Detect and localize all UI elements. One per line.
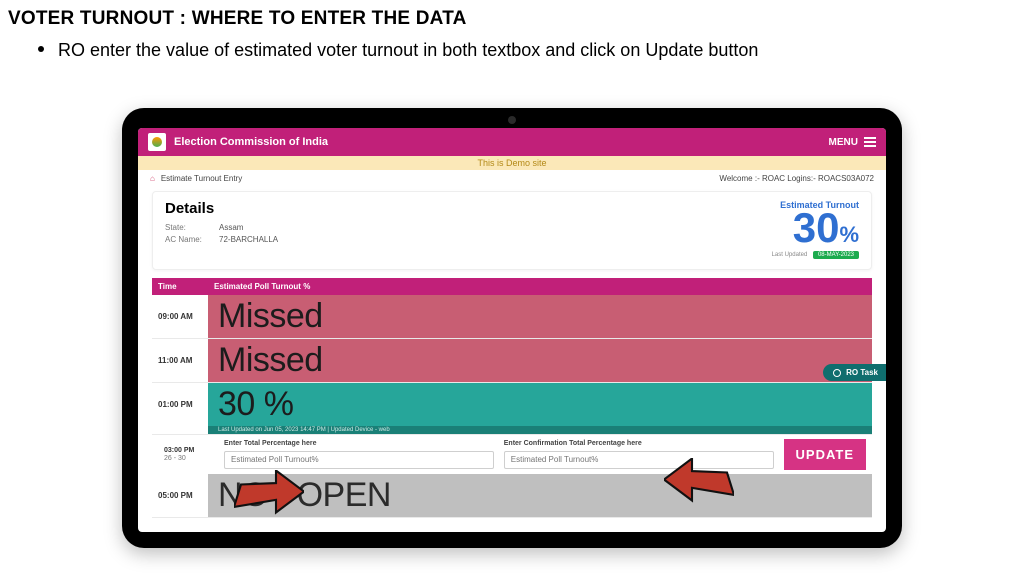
menu-button[interactable]: MENU	[829, 137, 876, 148]
doc-title: VOTER TURNOUT : WHERE TO ENTER THE DATA	[0, 0, 1024, 30]
app-topbar: Election Commission of India MENU	[138, 128, 886, 156]
row-time: 09:00 AM	[152, 295, 208, 338]
hamburger-icon	[864, 137, 876, 147]
bullet-dot-icon	[38, 46, 44, 52]
row-footnote: Last Updated on Jun 05, 2023 14:47 PM | …	[208, 426, 872, 434]
status-missed: Missed	[208, 339, 872, 382]
details-card: Details State: Assam AC Name: 72-BARCHALLA…	[152, 191, 872, 270]
home-icon[interactable]: ⌂	[150, 174, 155, 183]
table-row: 11:00 AM Missed	[152, 339, 872, 383]
pointer-arrow-icon	[234, 470, 304, 520]
col-time-header: Time	[152, 278, 208, 295]
row-time: 03:00 PM 26 - 30	[158, 443, 214, 466]
demo-banner: This is Demo site	[138, 156, 886, 170]
doc-bullet: RO enter the value of estimated voter tu…	[0, 30, 1024, 62]
row-time: 11:00 AM	[152, 339, 208, 382]
percent-icon: %	[839, 222, 859, 247]
estimated-turnout-value: 30	[793, 204, 840, 251]
last-updated-label: Last Updated	[772, 252, 808, 258]
ro-task-pill[interactable]: RO Task	[823, 364, 886, 381]
table-row: 09:00 AM Missed	[152, 295, 872, 339]
state-key: State:	[165, 223, 211, 232]
doc-bullet-text: RO enter the value of estimated voter tu…	[58, 38, 758, 62]
eci-logo-icon	[148, 133, 166, 151]
breadcrumb: ⌂ Estimate Turnout Entry Welcome :- ROAC…	[138, 170, 886, 187]
update-button[interactable]: UPDATE	[784, 439, 866, 470]
ac-key: AC Name:	[165, 235, 211, 244]
table-header: Time Estimated Poll Turnout %	[152, 278, 872, 295]
pointer-arrow-icon	[664, 458, 734, 508]
tablet-frame: Election Commission of India MENU This i…	[122, 108, 902, 548]
status-not-open: NOT OPEN	[208, 474, 872, 517]
row-time: 05:00 PM	[152, 474, 208, 517]
ro-task-label: RO Task	[846, 368, 878, 377]
ac-value: 72-BARCHALLA	[219, 235, 278, 244]
entry-row: 03:00 PM 26 - 30 Enter Total Percentage …	[152, 435, 872, 474]
row-time: 01:00 PM	[152, 383, 208, 426]
page-name: Estimate Turnout Entry	[161, 174, 242, 183]
turnout-input-1[interactable]	[224, 451, 494, 469]
input1-label: Enter Total Percentage here	[224, 440, 494, 447]
app-screen: Election Commission of India MENU This i…	[138, 128, 886, 532]
details-heading: Details	[165, 200, 760, 217]
welcome-text: Welcome :- ROAC Logins:- ROACS03A072	[719, 174, 874, 183]
status-percent: 30 %	[208, 383, 872, 426]
col-value-header: Estimated Poll Turnout %	[208, 278, 872, 295]
status-missed: Missed	[208, 295, 872, 338]
input2-label: Enter Confirmation Total Percentage here	[504, 440, 774, 447]
camera-icon	[508, 116, 516, 124]
state-value: Assam	[219, 223, 243, 232]
circle-icon	[833, 369, 841, 377]
menu-label: MENU	[829, 137, 858, 148]
app-title: Election Commission of India	[174, 136, 829, 148]
last-updated-chip: 08-MAY-2023	[813, 251, 859, 259]
